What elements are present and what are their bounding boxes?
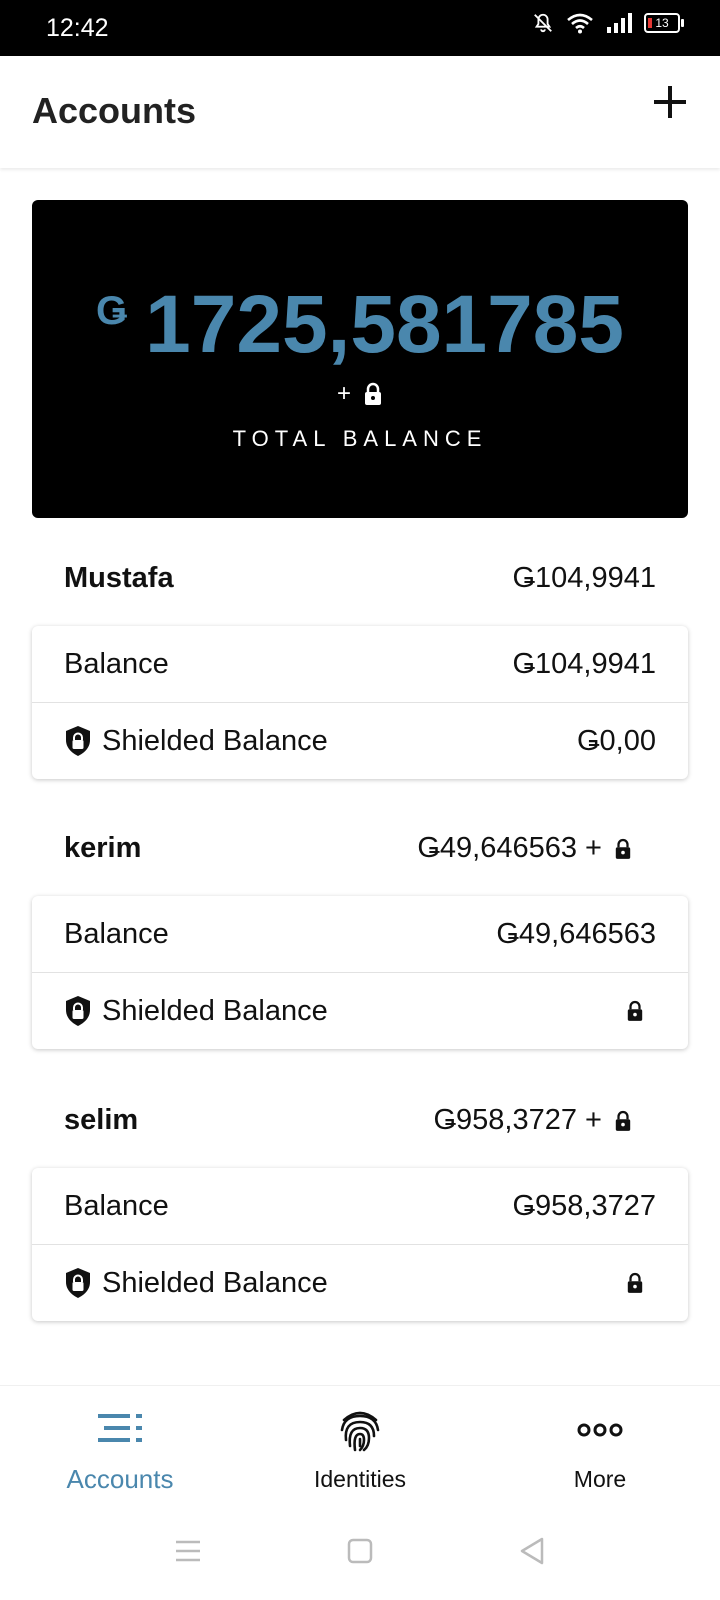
page-title: Accounts xyxy=(32,90,197,131)
shielded-balance-row[interactable]: Shielded Balance xyxy=(32,972,688,1049)
lock-icon xyxy=(365,382,381,405)
bottom-navigation: Accounts Identities More xyxy=(0,1385,720,1502)
account-total-value: Ǥ958,3727 + xyxy=(433,1104,602,1136)
account-total-value: Ǥ49,646563 + xyxy=(417,832,602,864)
plus-sign: + xyxy=(336,380,351,407)
nav-label: Identities xyxy=(313,1466,407,1492)
account-header-kerim[interactable]: kerim Ǥ49,646563 + xyxy=(64,832,656,872)
more-icon xyxy=(577,1423,623,1437)
lock-icon xyxy=(615,838,631,859)
nav-identities[interactable]: Identities xyxy=(240,1386,480,1502)
battery-icon: 13 xyxy=(644,13,684,33)
wifi-icon xyxy=(567,13,593,34)
lock-icon xyxy=(627,1000,643,1021)
account-total: Ǥ104,9941 xyxy=(512,562,656,595)
balance-row[interactable]: Balance Ǥ104,9941 xyxy=(32,626,688,702)
account-header-selim[interactable]: selim Ǥ958,3727 + xyxy=(64,1104,656,1144)
total-balance-amount: Ǥ 1725,581785 xyxy=(32,278,688,372)
total-shielded-indicator: + xyxy=(32,380,688,408)
shield-lock-icon xyxy=(66,726,90,756)
balance-value: Ǥ104,9941 xyxy=(512,647,656,680)
account-card-kerim[interactable]: Balance Ǥ49,646563 Shielded Balance xyxy=(32,896,688,1049)
account-total-value: Ǥ104,9941 xyxy=(512,562,656,594)
shielded-balance-label: Shielded Balance xyxy=(102,1266,328,1299)
home-icon[interactable] xyxy=(340,1531,380,1571)
balance-label: Balance xyxy=(64,1189,169,1222)
balance-row[interactable]: Balance Ǥ49,646563 xyxy=(32,896,688,972)
account-card-mustafa[interactable]: Balance Ǥ104,9941 Shielded Balance Ǥ0,00 xyxy=(32,626,688,779)
shielded-balance-label: Shielded Balance xyxy=(102,724,328,757)
account-total: Ǥ49,646563 + xyxy=(417,832,632,865)
account-card-selim[interactable]: Balance Ǥ958,3727 Shielded Balance xyxy=(32,1168,688,1321)
status-bar: 12:42 13 xyxy=(0,0,720,56)
plus-icon[interactable] xyxy=(650,82,690,122)
balance-row[interactable]: Balance Ǥ958,3727 xyxy=(32,1168,688,1244)
back-icon[interactable] xyxy=(512,1531,552,1571)
total-balance-value: 1725,581785 xyxy=(145,279,624,370)
nav-accounts[interactable]: Accounts xyxy=(0,1386,240,1502)
lock-icon xyxy=(615,1110,631,1131)
balance-value: Ǥ49,646563 xyxy=(496,917,656,950)
battery-level: 13 xyxy=(655,16,669,30)
balance-label: Balance xyxy=(64,647,169,680)
bell-off-icon xyxy=(534,13,552,33)
account-header-mustafa[interactable]: Mustafa Ǥ104,9941 xyxy=(64,562,656,602)
total-balance-label: TOTAL BALANCE xyxy=(232,426,488,451)
shield-lock-icon xyxy=(66,996,90,1026)
app-bar: Accounts xyxy=(0,56,720,168)
status-time: 12:42 xyxy=(46,14,109,42)
currency-symbol: Ǥ xyxy=(96,289,128,333)
shielded-balance-row[interactable]: Shielded Balance xyxy=(32,1244,688,1321)
nav-more[interactable]: More xyxy=(480,1386,720,1502)
recents-icon[interactable] xyxy=(168,1531,208,1571)
account-total: Ǥ958,3727 + xyxy=(433,1104,632,1137)
account-name: Mustafa xyxy=(64,562,174,594)
account-name: selim xyxy=(64,1104,139,1136)
nav-label: Accounts xyxy=(66,1464,174,1494)
fingerprint-icon xyxy=(340,1411,380,1452)
signal-icon xyxy=(607,13,632,33)
list-icon xyxy=(98,1414,142,1442)
nav-label: More xyxy=(573,1466,627,1492)
shielded-balance-label: Shielded Balance xyxy=(102,994,328,1027)
total-balance-card: Ǥ 1725,581785 + TOTAL BALANCE xyxy=(32,200,688,518)
system-navigation-bar xyxy=(0,1501,720,1600)
shielded-balance-value: Ǥ0,00 xyxy=(577,724,656,757)
lock-icon xyxy=(627,1272,643,1293)
account-name: kerim xyxy=(64,832,142,864)
balance-value: Ǥ958,3727 xyxy=(512,1189,656,1222)
shielded-balance-row[interactable]: Shielded Balance Ǥ0,00 xyxy=(32,702,688,779)
status-icons: 13 xyxy=(532,12,684,34)
balance-label: Balance xyxy=(64,917,169,950)
shield-lock-icon xyxy=(66,1268,90,1298)
